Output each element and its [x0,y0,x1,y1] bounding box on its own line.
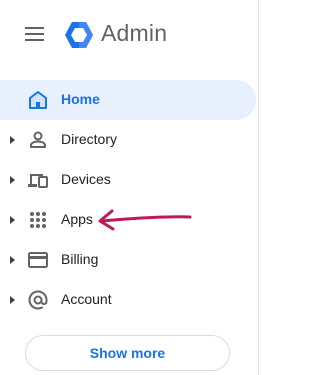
credit-card-icon [28,252,48,268]
show-more-button[interactable]: Show more [25,335,230,371]
sidebar-border [258,0,259,375]
expand-caret-icon[interactable] [10,256,15,264]
app-title: Admin [101,20,168,46]
devices-icon [28,174,48,188]
at-sign-icon [28,290,48,310]
nav-item-label: Billing [61,251,99,267]
expand-caret-icon[interactable] [10,176,15,184]
nav-item-label: Home [61,91,100,107]
pointer-arrow-icon [98,209,192,231]
apps-grid-icon [30,212,46,228]
nav-item-directory[interactable]: Directory [0,120,258,160]
hamburger-menu-icon[interactable] [25,27,45,41]
app-header: Admin [0,0,258,70]
nav-item-devices[interactable]: Devices [0,160,258,200]
person-icon [30,131,46,148]
expand-caret-icon[interactable] [10,216,15,224]
nav-item-label: Apps [61,211,93,227]
expand-caret-icon[interactable] [10,296,15,304]
nav-item-billing[interactable]: Billing [0,240,258,280]
nav-item-label: Devices [61,171,111,187]
sidebar-nav: Home Directory Devices Apps Billing Acco… [0,80,258,320]
admin-logo-icon [65,22,93,48]
nav-item-label: Directory [61,131,118,147]
home-icon [29,91,47,109]
nav-item-account[interactable]: Account [0,280,258,320]
expand-caret-icon[interactable] [10,136,15,144]
nav-item-home[interactable]: Home [0,80,256,120]
nav-item-label: Account [61,291,112,307]
